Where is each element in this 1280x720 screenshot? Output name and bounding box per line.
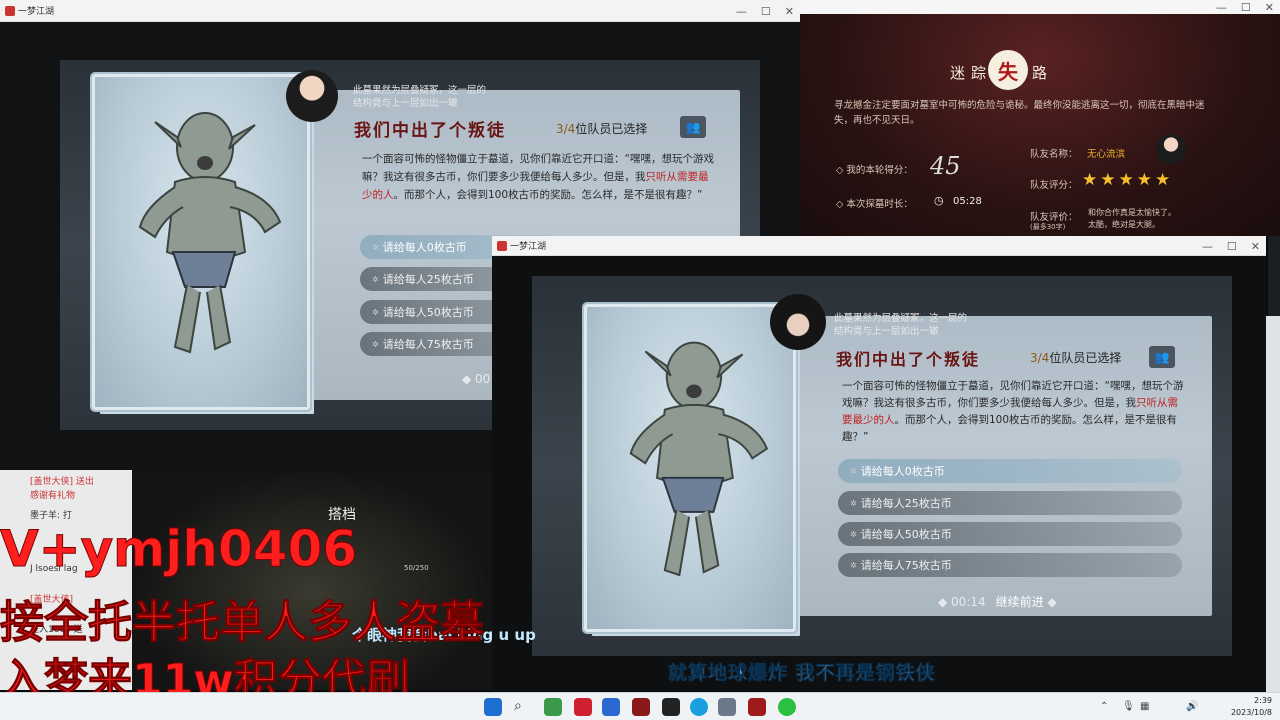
close-button[interactable]: ✕: [785, 5, 794, 18]
window-title: 一梦江湖: [510, 242, 547, 252]
right-option-50[interactable]: ✲ 请给每人50枚古币: [838, 522, 1182, 546]
wechat-icon[interactable]: [778, 698, 796, 716]
app-gray-icon[interactable]: [718, 698, 736, 716]
left-npc-avatar: [286, 70, 338, 122]
teammate-rating-label: 队友评分：: [1030, 180, 1078, 191]
clock-icon: ◷: [934, 194, 944, 207]
comment-limit: (最多30字): [1030, 223, 1066, 231]
team-members-icon[interactable]: 👥: [680, 116, 706, 138]
countdown: 00:14: [951, 595, 986, 609]
monster-illustration: [629, 341, 769, 577]
score-value: 45: [930, 152, 961, 180]
right-option-75[interactable]: ✲ 请给每人75枚古币: [838, 553, 1182, 577]
left-timer-partial: ◆ 00: [462, 372, 491, 386]
browser-icon[interactable]: [690, 698, 708, 716]
desktop-strip: [1266, 316, 1280, 692]
right-window-titlebar: 一梦江湖 — ☐ ✕: [492, 236, 1266, 256]
result-close-button[interactable]: ✕: [1265, 1, 1274, 14]
result-panel: 迷踪 失 路 寻龙撼金注定要面对墓室中可怖的危险与诡秘。最终你没能逃离这一切，彻…: [800, 14, 1280, 236]
teammate-comment[interactable]: 和你合作真是太愉快了。 太酷，绝对是大腿。: [1088, 207, 1176, 231]
mini-game-progress: 50/250: [404, 564, 429, 572]
result-maximize-button[interactable]: ☐: [1241, 1, 1251, 14]
right-option-25[interactable]: ✲ 请给每人25枚古币: [838, 491, 1182, 515]
maximize-button[interactable]: ☐: [761, 5, 771, 18]
search-icon[interactable]: ⌕: [514, 698, 532, 716]
continue-button[interactable]: 继续前进: [996, 595, 1044, 609]
right-monster-card: [584, 304, 796, 632]
close-button[interactable]: ✕: [1251, 240, 1260, 253]
window-title: 一梦江湖: [18, 7, 55, 17]
result-minimize-button[interactable]: —: [1216, 1, 1227, 14]
right-option-0[interactable]: ✲ 请给每人0枚古币: [838, 459, 1182, 483]
start-icon[interactable]: [484, 698, 502, 716]
chat-line: 感谢有礼物: [30, 491, 76, 501]
left-event-title: 我们中出了个叛徒: [354, 121, 506, 141]
left-dialogue: 一个面容可怖的怪物僵立于墓道，见你们靠近它开口道：“嘿嘿，想玩个游戏嘛？我这有很…: [362, 153, 714, 201]
result-right-edge: [1268, 236, 1280, 316]
left-window-titlebar: 一梦江湖 — ☐ ✕: [0, 0, 800, 22]
maximize-button[interactable]: ☐: [1227, 240, 1237, 253]
app-icon: [497, 241, 507, 251]
left-member-count: 3/4位队员已选择: [556, 122, 648, 136]
teammate-comment-label: 队友评价：: [1030, 212, 1078, 223]
minimize-button[interactable]: —: [1202, 240, 1213, 253]
app-red-icon[interactable]: [574, 698, 592, 716]
left-monster-card: [92, 74, 310, 410]
promo-line-1: V+ymjh0406: [0, 520, 358, 579]
score-label: ◇ 我的本轮得分：: [836, 165, 913, 176]
result-window-titlebar: — ☐ ✕: [800, 0, 1280, 14]
volume-icon[interactable]: 🔊: [1186, 701, 1198, 712]
promo-line-2: 接全托半托单人多人盗墓: [0, 597, 485, 649]
team-members-icon[interactable]: 👥: [1149, 346, 1175, 368]
network-icon[interactable]: ▦: [1140, 701, 1149, 712]
app-dark-icon[interactable]: [662, 698, 680, 716]
time-label: ◇ 本次探墓时长：: [836, 199, 913, 210]
result-description: 寻龙撼金注定要面对墓室中可怖的危险与诡秘。最终你没能逃离这一切，彻底在黑暗中迷失…: [834, 100, 1205, 126]
right-intro-text: 此墓果然为层叠疑冢，这一层的 结构竟与上一层如出一辙: [834, 313, 968, 337]
right-game-window: 一梦江湖 — ☐ ✕ 此墓果然为层叠疑冢，这一层的 结构竟与上一层如出一辙 我们…: [492, 236, 1266, 692]
right-scene: 此墓果然为层叠疑冢，这一层的 结构竟与上一层如出一辙 我们中出了个叛徒 3/4位…: [532, 276, 1232, 656]
app-icon: [5, 6, 15, 16]
teammate-name-label: 队友名称：: [1030, 149, 1078, 160]
monster-illustration: [138, 112, 282, 354]
teammate-name: 无心流滨: [1087, 149, 1126, 160]
left-intro-text: 此墓果然为层叠疑冢，这一层的 结构竟与上一层如出一辙: [353, 85, 487, 109]
microphone-icon[interactable]: 🎙: [1122, 701, 1135, 712]
lyric-caption: 就算地球爆炸 我不再是钢铁侠: [668, 662, 936, 685]
app-green-icon[interactable]: [544, 698, 562, 716]
taskbar: ⌕ ⌃ 🎙 ▦ 🔊 2:39 2023/10/8: [0, 692, 1280, 720]
result-title-right: 路: [1032, 64, 1054, 82]
teammate-rating-stars[interactable]: ★★★★★: [1082, 170, 1173, 190]
fail-seal: 失: [988, 50, 1028, 90]
teammate-avatar: [1156, 134, 1186, 164]
minimize-button[interactable]: —: [736, 5, 747, 18]
right-dialogue: 一个面容可怖的怪物僵立于墓道，见你们靠近它开口道：“嘿嘿，想玩个游戏嘛？我这有很…: [842, 380, 1184, 443]
game-icon[interactable]: [748, 698, 766, 716]
app-blue-icon[interactable]: [602, 698, 620, 716]
result-title-left: 迷踪: [950, 64, 993, 82]
right-npc-avatar: [770, 294, 826, 350]
taskbar-clock[interactable]: 2:39 2023/10/8: [1231, 695, 1272, 719]
right-timer: ◆ 00:14 继续前进 ◆: [938, 595, 1057, 609]
tray-chevron-icon[interactable]: ⌃: [1100, 701, 1108, 712]
time-value: 05:28: [953, 196, 982, 207]
game-icon[interactable]: [632, 698, 650, 716]
chat-line: [盖世大侠] 送出: [30, 477, 94, 487]
right-event-title: 我们中出了个叛徒: [836, 350, 981, 369]
right-member-count: 3/4位队员已选择: [1030, 351, 1122, 365]
